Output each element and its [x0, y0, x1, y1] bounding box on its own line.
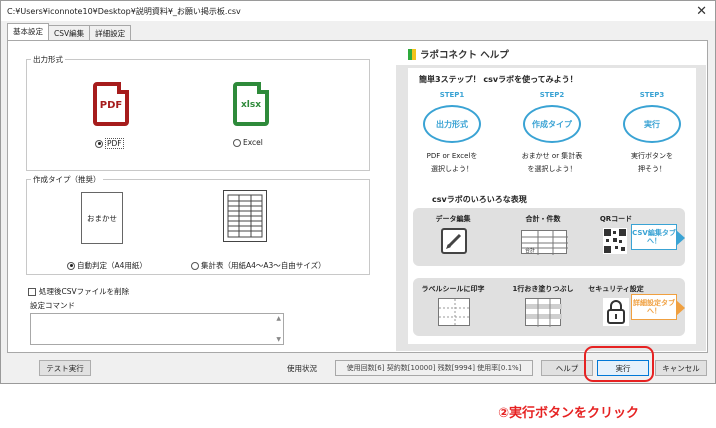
edit-pencil-icon	[441, 228, 467, 254]
radio-pdf-label: PDF	[105, 138, 124, 149]
beginner-leaf-icon	[408, 48, 416, 60]
feature-security-title: セキュリティ設定	[588, 285, 644, 293]
pencil-shape-icon	[446, 233, 462, 249]
tab-bar: 基本設定 CSV編集 詳細設定	[7, 23, 132, 40]
delete-csv-label: 処理後CSVファイルを削除	[39, 287, 130, 296]
step1-desc-line1: PDF or Excelを	[426, 152, 478, 160]
radio-excel[interactable]: Excel	[233, 138, 263, 147]
help-body: 簡単3ステップ！ csvラボを使ってみよう！ STEP1 出力形式 PDF or…	[408, 68, 696, 344]
step3-desc-line1: 実行ボタンを	[631, 152, 673, 160]
step2-desc-line2: を選択しよう！	[527, 165, 577, 173]
label-sheet-icon	[438, 298, 471, 327]
step3-label: STEP3	[639, 91, 665, 99]
creation-type-title: 作成タイプ（推奨）	[31, 174, 103, 185]
creation-type-group: 作成タイプ（推奨） おまかせ 自動判定（A4用紙） 集計表（用紙A4～A3～自由…	[26, 174, 370, 275]
run-button-highlight	[584, 346, 654, 382]
lock-icon	[603, 298, 629, 326]
usage-label: 使用状況	[287, 364, 317, 373]
pdf-fold-icon	[117, 82, 129, 94]
sum-label: 合計	[525, 248, 536, 254]
step1-circle-text: 出力形式	[436, 119, 468, 129]
output-format-title: 出力形式	[31, 54, 65, 65]
summary-table-icon[interactable]	[223, 190, 267, 242]
delete-csv-box	[28, 287, 36, 296]
radio-summary-dot	[191, 261, 199, 270]
leaf-right	[412, 48, 416, 60]
xlsx-icon-text: xlsx	[240, 100, 262, 110]
step3-desc-line2: 押そう！	[638, 165, 666, 173]
radio-excel-dot	[233, 138, 241, 147]
command-title: 設定コマンド	[30, 301, 75, 310]
padlock-icon	[603, 298, 629, 326]
step3-circle-text: 実行	[644, 119, 660, 129]
tab-detail-settings[interactable]: 詳細設定	[89, 25, 132, 40]
detail-settings-callout-text: 詳細設定タブへ！	[633, 299, 675, 315]
csv-edit-callout-text: CSV編集タブへ！	[632, 229, 676, 245]
radio-auto[interactable]: 自動判定（A4用紙）	[67, 260, 147, 271]
scroll-down-icon[interactable]: ▼	[276, 336, 281, 343]
stripe-table-icon	[525, 298, 562, 327]
radio-summary[interactable]: 集計表（用紙A4～A3～自由サイズ）	[191, 260, 326, 271]
step3-desc: 実行ボタンを 押そう！	[612, 150, 692, 176]
step2-desc-line1: おまかせ or 集計表	[521, 152, 583, 160]
usage-status: 使用回数[6] 契約数[10000] 残数[9994] 使用率[0.1%]	[335, 360, 533, 376]
step3-circle: 実行	[623, 105, 681, 143]
table-grid-icon	[227, 194, 263, 238]
pdf-icon-text: PDF	[99, 100, 123, 111]
feature-band-2: ラベルシールに印字 1行おき塗りつぶし セキュリティ設定 詳細設定タブへ！	[413, 278, 685, 336]
help-subtitle-steps: 簡単3ステップ！ csvラボを使ってみよう！	[419, 75, 578, 84]
cancel-button[interactable]: キャンセル	[655, 360, 707, 376]
qr-pattern-icon	[603, 228, 627, 254]
instruction-text: ②実行ボタンをクリック	[498, 406, 640, 421]
feature-data-edit-title: データ編集	[435, 215, 471, 223]
step1-desc-line2: 選択しよう！	[431, 165, 473, 173]
test-run-button[interactable]: テスト実行	[39, 360, 91, 376]
qr-code-icon	[603, 228, 627, 254]
feature-label-print-title: ラベルシールに印字	[421, 285, 485, 293]
detail-settings-callout[interactable]: 詳細設定タブへ！	[631, 294, 685, 320]
stripe-grid-icon	[526, 299, 562, 327]
pdf-icon[interactable]: PDF	[93, 82, 129, 126]
step2-label: STEP2	[539, 91, 565, 99]
help-header: ラポコネクト ヘルプ	[396, 43, 706, 65]
close-icon[interactable]: ✕	[696, 4, 707, 19]
radio-summary-label: 集計表（用紙A4～A3～自由サイズ）	[201, 261, 326, 270]
feature-total-count-title: 合計・件数	[525, 215, 561, 223]
omakase-label: おまかせ	[87, 213, 117, 223]
help-title: ラポコネクト ヘルプ	[420, 50, 509, 61]
radio-pdf-dot	[95, 139, 103, 148]
radio-auto-dot	[67, 261, 75, 270]
step1-label: STEP1	[439, 91, 465, 99]
sum-table-icon: 合計	[521, 230, 568, 255]
help-panel: ラポコネクト ヘルプ 簡単3ステップ！ csvラボを使ってみよう！ STEP1 …	[396, 43, 706, 351]
feature-band-1: データ編集 合計・件数 合計 QRコード CSV編集タブへ！	[413, 208, 685, 266]
app-window: C:¥Users¥iconnote10¥Desktop¥説明資料¥_お願い掲示板…	[0, 0, 716, 384]
omakase-icon[interactable]: おまかせ	[81, 192, 123, 244]
feature-qr-title: QRコード	[599, 215, 633, 223]
scroll-up-icon[interactable]: ▲	[276, 315, 281, 322]
delete-csv-checkbox[interactable]: 処理後CSVファイルを削除	[28, 286, 129, 297]
step2-circle: 作成タイプ	[523, 105, 581, 143]
output-format-group: 出力形式 PDF xlsx PDF Excel	[26, 54, 370, 171]
window-title: C:¥Users¥iconnote10¥Desktop¥説明資料¥_お願い掲示板…	[7, 6, 241, 16]
csv-edit-callout[interactable]: CSV編集タブへ！	[631, 224, 685, 250]
radio-excel-label: Excel	[243, 138, 263, 147]
step1-desc: PDF or Excelを 選択しよう！	[412, 150, 492, 176]
radio-auto-label: 自動判定（A4用紙）	[77, 261, 147, 270]
title-bar: C:¥Users¥iconnote10¥Desktop¥説明資料¥_お願い掲示板…	[1, 1, 715, 21]
feature-stripe-title: 1行おき塗りつぶし	[512, 285, 574, 293]
help-subtitle-features: csvラボのいろいろな表現	[432, 195, 527, 204]
step2-circle-text: 作成タイプ	[532, 119, 572, 129]
label-grid-icon	[439, 299, 471, 327]
settings-panel: 出力形式 PDF xlsx PDF Excel 作成タイプ（推奨） おまかせ 自…	[7, 40, 708, 353]
step1-circle: 出力形式	[423, 105, 481, 143]
tab-basic-settings[interactable]: 基本設定	[7, 23, 49, 40]
command-input[interactable]: ▲ ▼	[30, 313, 284, 345]
xlsx-icon[interactable]: xlsx	[233, 82, 269, 126]
step2-desc: おまかせ or 集計表 を選択しよう！	[512, 150, 592, 176]
tab-csv-edit[interactable]: CSV編集	[48, 25, 91, 40]
xlsx-fold-icon	[257, 82, 269, 94]
radio-pdf[interactable]: PDF	[95, 138, 124, 149]
